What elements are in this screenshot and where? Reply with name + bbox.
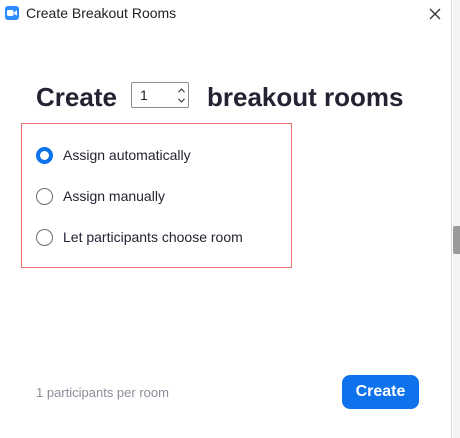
- option-assign-manually[interactable]: Assign manually: [36, 185, 165, 207]
- radio-button-selected[interactable]: [36, 146, 53, 164]
- close-button[interactable]: [424, 3, 446, 25]
- chevron-up-icon: [177, 88, 185, 93]
- background-scrollbar-thumb: [453, 226, 460, 254]
- radio-button[interactable]: [36, 228, 53, 246]
- breakout-rooms-dialog: Create Breakout Rooms Create breakout ro…: [0, 0, 452, 438]
- window-title: Create Breakout Rooms: [26, 5, 177, 21]
- chevron-down-icon: [177, 98, 185, 103]
- create-button[interactable]: Create: [342, 375, 419, 409]
- room-count-input[interactable]: [140, 87, 170, 103]
- stepper-down-button[interactable]: [176, 95, 186, 106]
- option-label: Let participants choose room: [63, 229, 243, 245]
- participants-per-room-note: 1 participants per room: [36, 385, 169, 400]
- close-icon: [429, 8, 441, 20]
- option-label: Assign manually: [63, 188, 165, 204]
- headline-suffix: breakout rooms: [207, 81, 404, 112]
- headline-prefix: Create: [36, 81, 117, 112]
- option-label: Assign automatically: [63, 147, 191, 163]
- zoom-camera-icon: [5, 6, 19, 20]
- radio-button[interactable]: [36, 187, 53, 205]
- background-window-edge: [453, 0, 460, 438]
- room-count-stepper[interactable]: [131, 82, 189, 108]
- option-assign-automatically[interactable]: Assign automatically: [36, 144, 191, 166]
- assignment-options: Assign automatically Assign manually Let…: [21, 123, 292, 268]
- title-bar: Create Breakout Rooms: [0, 0, 452, 28]
- option-participants-choose[interactable]: Let participants choose room: [36, 226, 243, 248]
